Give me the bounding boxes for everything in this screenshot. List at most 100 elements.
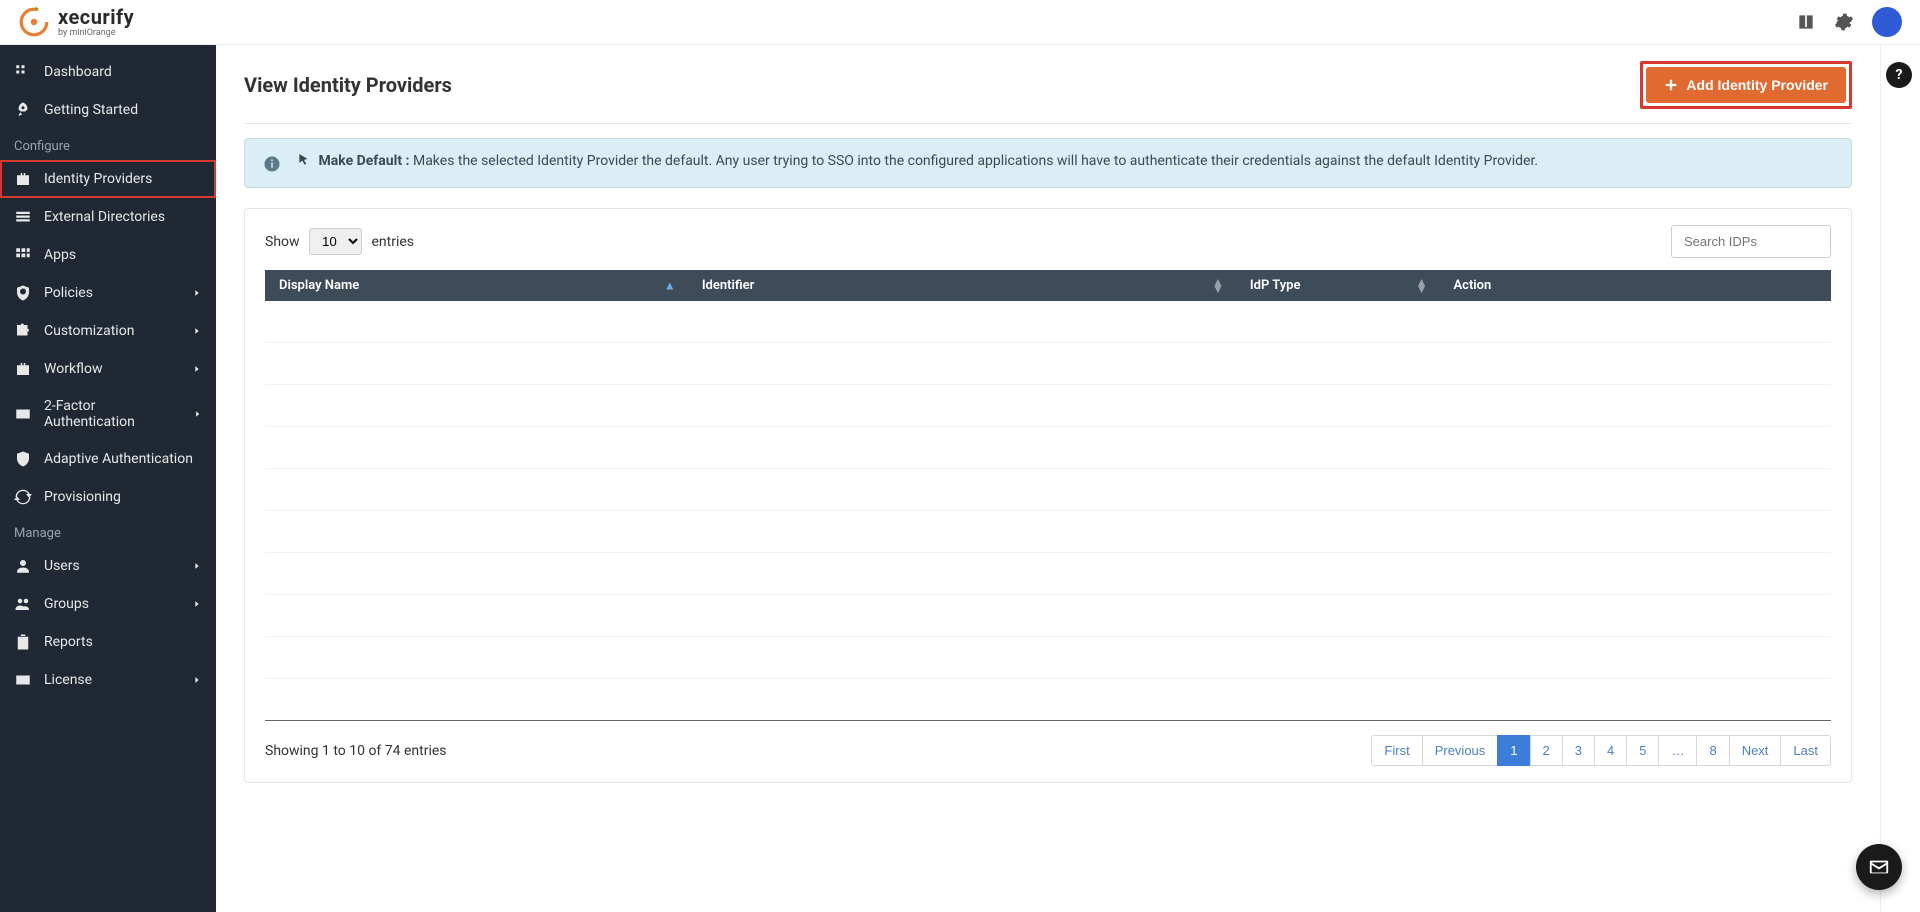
add-identity-provider-button[interactable]: Add Identity Provider <box>1646 67 1846 103</box>
page-next[interactable]: Next <box>1729 735 1782 766</box>
idp-table-card: Show 10 entries Display Name ▲ <box>244 208 1852 783</box>
gear-icon[interactable] <box>1834 12 1854 32</box>
sidebar-item-label: Provisioning <box>44 489 121 505</box>
page-title: View Identity Providers <box>244 73 452 97</box>
sort-asc-icon: ▲ <box>664 282 676 289</box>
sidebar-item-license[interactable]: License <box>0 661 216 699</box>
sidebar-item-2-factor-authentication[interactable]: 2-Factor Authentication <box>0 388 216 440</box>
sidebar: Dashboard Getting Started Configure Ident… <box>0 45 216 912</box>
guide-icon[interactable] <box>1796 12 1816 32</box>
idp-table: Display Name ▲ Identifier ▲▼ IdP Type ▲▼… <box>265 270 1831 721</box>
entries-control: Show 10 entries <box>265 228 414 255</box>
sidebar-item-adaptive-authentication[interactable]: Adaptive Authentication <box>0 440 216 478</box>
twofa-icon <box>14 405 32 423</box>
chevron-right-icon <box>192 675 202 685</box>
sidebar-item-label: License <box>44 672 92 688</box>
sidebar-item-groups[interactable]: Groups <box>0 585 216 623</box>
brand-byline: by miniOrange <box>58 29 134 38</box>
briefcase-icon <box>14 360 32 378</box>
search-input[interactable] <box>1671 225 1831 258</box>
table-row[interactable]: ████████████████████████████████ <box>265 427 1831 469</box>
card-icon <box>14 671 32 689</box>
table-summary: Showing 1 to 10 of 74 entries <box>265 743 447 759</box>
show-label-pre: Show <box>265 234 300 250</box>
table-row[interactable]: ████████████████████████████████ <box>265 679 1831 721</box>
banner-body: Makes the selected Identity Provider the… <box>413 153 1538 169</box>
chevron-right-icon <box>192 326 202 336</box>
cursor-icon <box>297 153 311 167</box>
sidebar-item-policies[interactable]: Policies <box>0 274 216 312</box>
sidebar-item-identity-providers[interactable]: Identity Providers <box>0 160 216 198</box>
user-icon <box>14 557 32 575</box>
table-row[interactable]: ████████████████████████████████ <box>265 511 1831 553</box>
col-identifier[interactable]: Identifier ▲▼ <box>688 270 1236 301</box>
nav-header-manage: Manage <box>0 516 216 547</box>
brand-logo[interactable]: xecurify by miniOrange <box>18 6 134 38</box>
rocket-icon <box>14 101 32 119</box>
sidebar-item-label: Policies <box>44 285 93 301</box>
page-size-select[interactable]: 10 <box>309 228 362 255</box>
sidebar-item-dashboard[interactable]: Dashboard <box>0 53 216 91</box>
sidebar-item-users[interactable]: Users <box>0 547 216 585</box>
puzzle-icon <box>14 322 32 340</box>
sidebar-item-reports[interactable]: Reports <box>0 623 216 661</box>
table-row[interactable]: ████████████████████████████████ <box>265 385 1831 427</box>
sidebar-item-label: Identity Providers <box>44 171 152 187</box>
table-row[interactable]: ████████████████████████████████ <box>265 301 1831 343</box>
page-5[interactable]: 5 <box>1626 735 1659 766</box>
add-idp-highlight: Add Identity Provider <box>1640 61 1852 109</box>
col-display-name[interactable]: Display Name ▲ <box>265 270 688 301</box>
col-idp-type[interactable]: IdP Type ▲▼ <box>1236 270 1440 301</box>
brand-name: xecurify <box>58 7 134 27</box>
avatar[interactable] <box>1872 7 1902 37</box>
sidebar-item-label: Getting Started <box>44 102 138 118</box>
logo-mark-icon <box>18 6 50 38</box>
sidebar-item-apps[interactable]: Apps <box>0 236 216 274</box>
page-last[interactable]: Last <box>1780 735 1831 766</box>
main-content: View Identity Providers Add Identity Pro… <box>216 45 1880 912</box>
sidebar-item-workflow[interactable]: Workflow <box>0 350 216 388</box>
table-row[interactable]: ████████████████████████████████ <box>265 637 1831 679</box>
col-action: Action <box>1439 270 1831 301</box>
apps-icon <box>14 246 32 264</box>
page-first[interactable]: First <box>1371 735 1422 766</box>
page-2[interactable]: 2 <box>1530 735 1563 766</box>
list-icon <box>14 208 32 226</box>
chevron-right-icon <box>192 599 202 609</box>
group-icon <box>14 595 32 613</box>
shield-icon <box>14 284 32 302</box>
table-row[interactable]: ████████████████████████████████ <box>265 553 1831 595</box>
sidebar-item-provisioning[interactable]: Provisioning <box>0 478 216 516</box>
sidebar-item-label: Adaptive Authentication <box>44 451 193 467</box>
page-1[interactable]: 1 <box>1497 735 1530 766</box>
add-idp-label: Add Identity Provider <box>1686 77 1828 93</box>
sidebar-item-label: External Directories <box>44 209 165 225</box>
help-button[interactable]: ? <box>1886 62 1912 88</box>
sidebar-item-external-directories[interactable]: External Directories <box>0 198 216 236</box>
sidebar-item-label: 2-Factor Authentication <box>44 398 181 430</box>
page-…[interactable]: … <box>1658 735 1697 766</box>
chat-button[interactable] <box>1856 844 1902 890</box>
grid-icon <box>14 63 32 81</box>
chevron-right-icon <box>192 364 202 374</box>
page-8[interactable]: 8 <box>1696 735 1729 766</box>
plus-icon <box>1664 78 1678 92</box>
sidebar-item-customization[interactable]: Customization <box>0 312 216 350</box>
sidebar-item-getting-started[interactable]: Getting Started <box>0 91 216 129</box>
page-4[interactable]: 4 <box>1594 735 1627 766</box>
sidebar-item-label: Dashboard <box>44 64 112 80</box>
sidebar-item-label: Workflow <box>44 361 103 377</box>
topbar: xecurify by miniOrange <box>0 0 1920 45</box>
table-row[interactable]: ████████████████████████████████ <box>265 469 1831 511</box>
table-row[interactable]: ████████████████████████████████ <box>265 595 1831 637</box>
sidebar-item-label: Groups <box>44 596 89 612</box>
show-label-post: entries <box>372 234 415 250</box>
briefcase-icon <box>14 170 32 188</box>
sidebar-item-label: Customization <box>44 323 134 339</box>
clipboard-icon <box>14 633 32 651</box>
table-row[interactable]: ████████████████████████████████ <box>265 343 1831 385</box>
page-3[interactable]: 3 <box>1562 735 1595 766</box>
nav-header-configure: Configure <box>0 129 216 160</box>
page-previous[interactable]: Previous <box>1422 735 1499 766</box>
chevron-right-icon <box>192 288 202 298</box>
